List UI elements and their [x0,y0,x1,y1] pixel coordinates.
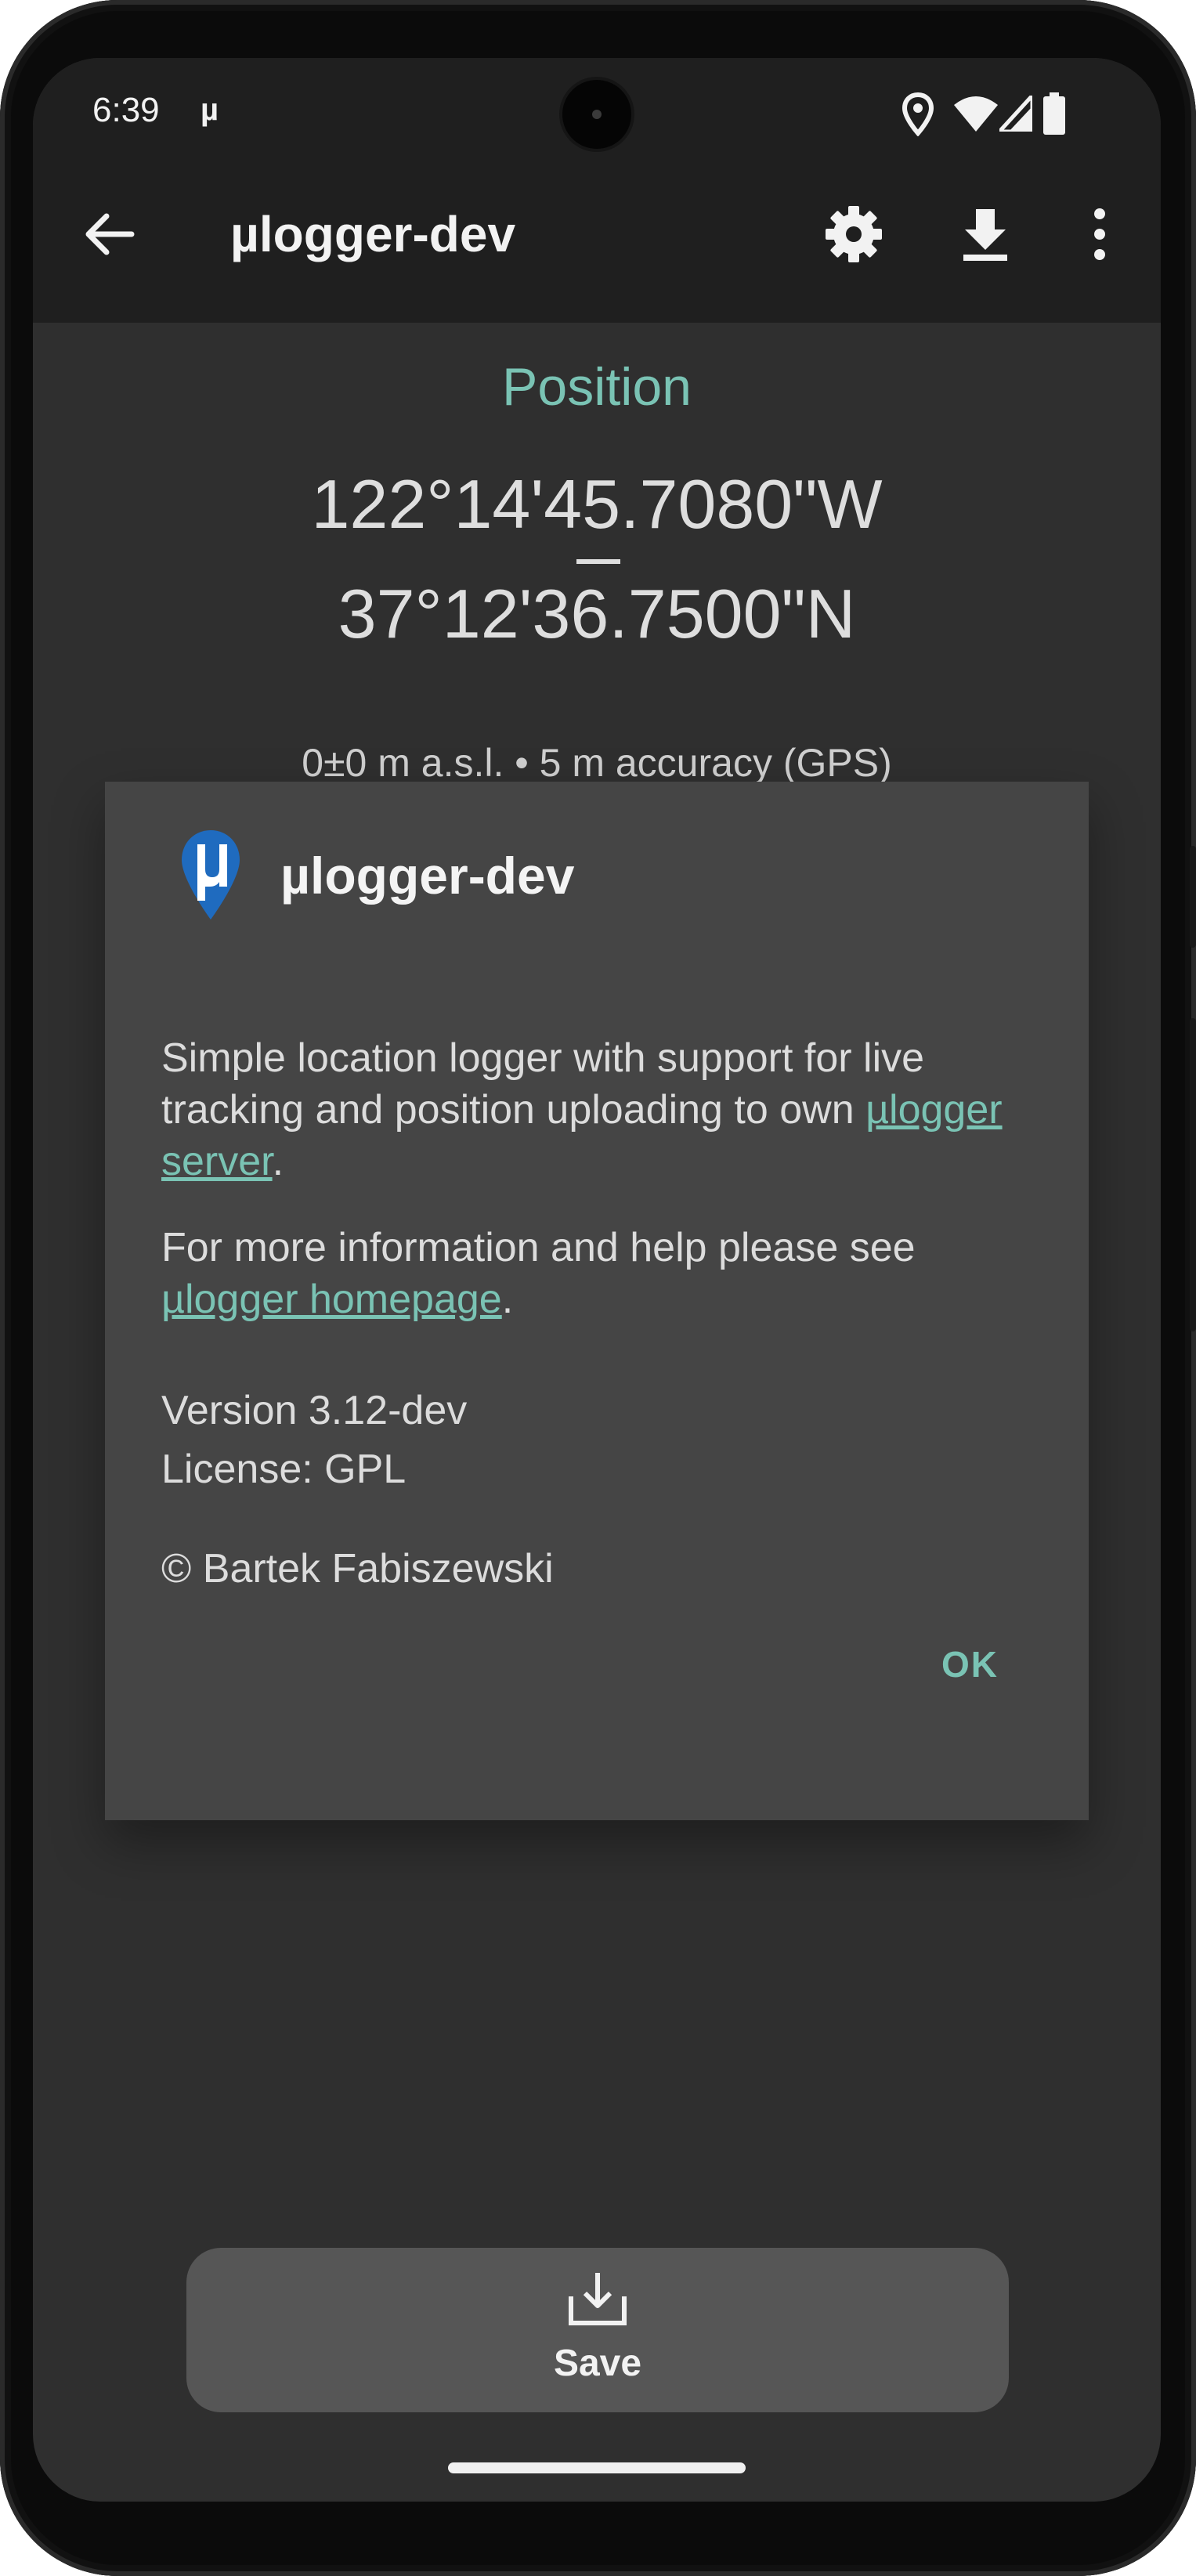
ok-button[interactable]: OK [920,1628,1021,1701]
battery-icon [1043,92,1065,135]
coordinate-separator [576,559,620,564]
version-text: Version 3.12-dev [161,1388,468,1433]
location-icon [902,92,934,136]
about-dialog: µlogger-dev Simple location logger with … [105,782,1089,1820]
volume-button [1190,846,1196,948]
description-text: Simple location logger with support for … [161,1035,925,1133]
longitude-value: 122°14'45.7080"W [311,465,883,543]
settings-icon[interactable] [822,203,885,266]
altitude-accuracy: 0±0 m a.s.l. • 5 m accuracy (GPS) [302,741,892,785]
app-title: µlogger-dev [230,206,516,262]
front-camera [562,80,631,149]
info-end: . [501,1277,514,1322]
copyright-text: © Bartek Fabiszewski [161,1546,554,1591]
download-icon[interactable] [954,203,1017,266]
power-button [1190,1018,1196,1331]
wifi-icon [954,96,998,132]
screen: 6:39 µ µlogger-dev Position 122°14'45.70… [33,58,1161,2502]
phone-frame: 6:39 µ µlogger-dev Position 122°14'45.70… [0,0,1196,2576]
status-time: 6:39 [92,91,160,129]
save-label: Save [553,2343,642,2384]
signal-icon [999,96,1032,132]
save-button[interactable]: Save [186,2248,1009,2412]
homepage-link[interactable]: µlogger homepage [161,1277,502,1322]
save-download-icon [569,2273,627,2325]
app-logo-icon [182,830,240,919]
dialog-info: For more information and help please see… [161,1222,1039,1325]
position-title: Position [502,357,692,417]
info-text: For more information and help please see [161,1225,916,1270]
description-end: . [272,1139,284,1184]
license-text: License: GPL [161,1447,406,1492]
arrow-back-icon[interactable] [81,207,136,262]
notification-glyph: µ [201,92,219,127]
more-vert-icon[interactable] [1068,203,1131,266]
latitude-value: 37°12'36.7500"N [338,575,856,652]
dialog-description: Simple location logger with support for … [161,1032,1039,1187]
top-bar: 6:39 µ µlogger-dev [33,58,1161,323]
dialog-title: µlogger-dev [280,847,575,905]
gesture-navigation-bar[interactable] [448,2462,746,2473]
